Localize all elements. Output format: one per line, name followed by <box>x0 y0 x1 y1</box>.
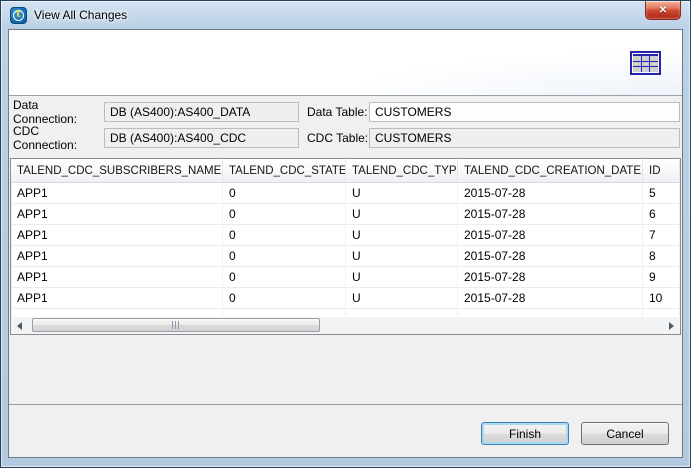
table-cell: 0 <box>223 267 346 287</box>
data-connection-field[interactable]: DB (AS400):AS400_DATA <box>104 102 299 122</box>
table-cell: 0 <box>223 225 346 245</box>
table-cell: APP1 <box>11 225 223 245</box>
table-row[interactable]: APP1 0 U 2015-07-28 7 <box>11 225 680 246</box>
dialog-client-area: Data Connection: DB (AS400):AS400_DATA D… <box>8 29 683 458</box>
cdc-connection-field[interactable]: DB (AS400):AS400_CDC <box>104 128 299 148</box>
close-icon: ✕ <box>659 5 667 16</box>
scroll-left-button[interactable] <box>11 317 28 334</box>
column-header-state[interactable]: TALEND_CDC_STATE <box>223 159 346 182</box>
data-connection-label: Data Connection: <box>11 98 104 126</box>
table-cell: 0 <box>223 204 346 224</box>
table-cell: APP1 <box>11 204 223 224</box>
table-cell: U <box>346 204 458 224</box>
table-cell: 2015-07-28 <box>458 204 643 224</box>
table-cell: APP1 <box>11 183 223 203</box>
table-cell: APP1 <box>11 246 223 266</box>
table-cell: U <box>346 288 458 308</box>
table-row[interactable]: APP1 0 U 2015-07-28 5 <box>11 183 680 204</box>
form-area: Data Connection: DB (AS400):AS400_DATA D… <box>9 96 682 158</box>
table-cell: U <box>346 183 458 203</box>
table-row[interactable]: APP1 0 U 2015-07-28 9 <box>11 267 680 288</box>
table-row[interactable]: APP1 0 U 2015-07-28 10 <box>11 288 680 309</box>
table-cell: 2015-07-28 <box>458 246 643 266</box>
table-cell: 0 <box>223 183 346 203</box>
wizard-banner <box>9 30 682 96</box>
close-button[interactable]: ✕ <box>645 1 681 20</box>
table-empty-area <box>11 309 680 317</box>
scrollbar-thumb[interactable] <box>32 318 320 332</box>
cdc-table-label: CDC Table: <box>299 131 369 145</box>
scrollbar-grip-icon <box>172 321 180 329</box>
table-cell: 5 <box>643 183 680 203</box>
horizontal-scrollbar[interactable] <box>11 317 680 334</box>
titlebar[interactable]: t View All Changes ✕ <box>1 1 690 29</box>
table-cell: 8 <box>643 246 680 266</box>
column-header-subscribers-name[interactable]: TALEND_CDC_SUBSCRIBERS_NAME <box>11 159 223 182</box>
dialog-view-all-changes: t View All Changes ✕ Data Connection: DB… <box>0 0 691 468</box>
table-cell: 6 <box>643 204 680 224</box>
data-table-field[interactable]: CUSTOMERS <box>369 102 680 122</box>
table-cell: 2015-07-28 <box>458 183 643 203</box>
talend-app-icon: t <box>10 7 27 24</box>
talend-logo-glyph: t <box>13 10 24 21</box>
column-header-type[interactable]: TALEND_CDC_TYPE <box>346 159 458 182</box>
table-cell: 0 <box>223 246 346 266</box>
window-title: View All Changes <box>34 8 127 22</box>
table-cell: APP1 <box>11 267 223 287</box>
table-header-row: TALEND_CDC_SUBSCRIBERS_NAME TALEND_CDC_S… <box>11 159 680 183</box>
table-icon <box>630 51 661 75</box>
table-row[interactable]: APP1 0 U 2015-07-28 8 <box>11 246 680 267</box>
arrow-right-icon <box>669 322 674 330</box>
finish-button[interactable]: Finish <box>481 422 569 445</box>
table-cell: 7 <box>643 225 680 245</box>
table-cell: 2015-07-28 <box>458 288 643 308</box>
table-cell: 10 <box>643 288 680 308</box>
button-bar: Finish Cancel <box>9 405 682 457</box>
column-header-creation-date[interactable]: TALEND_CDC_CREATION_DATE <box>458 159 643 182</box>
table-cell: 9 <box>643 267 680 287</box>
table-icon-grid <box>633 54 658 72</box>
table-cell: U <box>346 225 458 245</box>
cancel-button[interactable]: Cancel <box>581 422 669 445</box>
table-cell: U <box>346 267 458 287</box>
table-cell: 2015-07-28 <box>458 225 643 245</box>
changes-table: TALEND_CDC_SUBSCRIBERS_NAME TALEND_CDC_S… <box>10 158 681 335</box>
data-table-label: Data Table: <box>299 105 369 119</box>
cdc-connection-label: CDC Connection: <box>11 124 104 152</box>
table-cell: APP1 <box>11 288 223 308</box>
table-cell: 0 <box>223 288 346 308</box>
arrow-left-icon <box>17 322 22 330</box>
column-header-id[interactable]: ID <box>643 159 680 182</box>
table-cell: U <box>346 246 458 266</box>
scroll-right-button[interactable] <box>663 317 680 334</box>
table-cell: 2015-07-28 <box>458 267 643 287</box>
scrollbar-track[interactable] <box>28 317 663 334</box>
table-row[interactable]: APP1 0 U 2015-07-28 6 <box>11 204 680 225</box>
dialog-spacer <box>9 335 682 404</box>
cdc-table-field[interactable]: CUSTOMERS <box>369 128 680 148</box>
